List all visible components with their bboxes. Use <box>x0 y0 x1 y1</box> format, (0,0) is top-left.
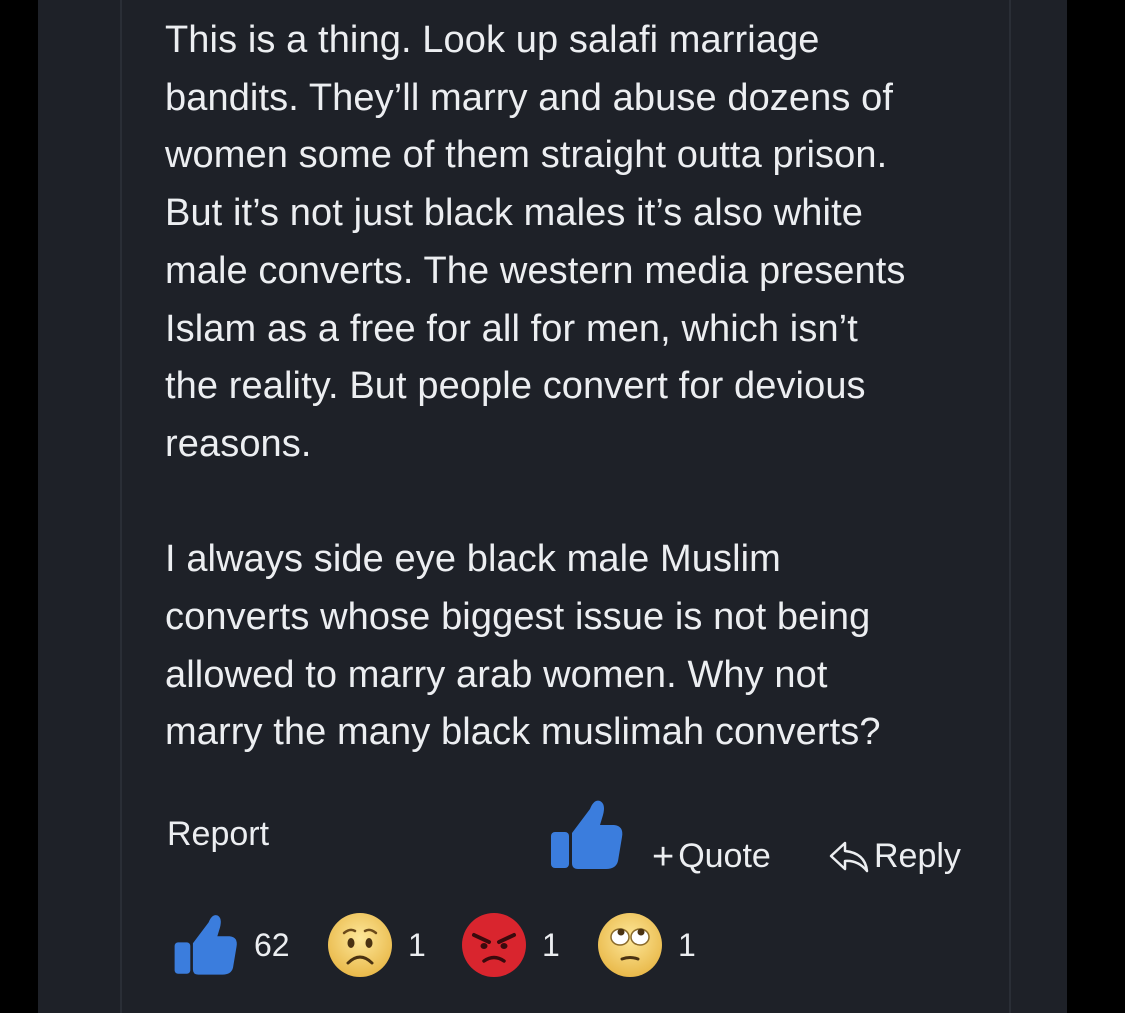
worried-face-icon <box>328 913 392 977</box>
post-paragraph: I always side eye black male Muslim conv… <box>165 538 881 754</box>
reply-label: Reply <box>874 837 961 875</box>
post-paragraph: This is a thing. Look up salafi marriage… <box>165 19 906 465</box>
reaction-count: 1 <box>542 926 560 963</box>
eye-roll-face-icon <box>598 913 662 977</box>
reaction-count: 62 <box>254 926 290 963</box>
like-button[interactable] <box>548 795 626 875</box>
thumbs-up-icon <box>174 915 237 975</box>
reaction-angry[interactable]: 1 <box>460 905 560 985</box>
reaction-count: 1 <box>678 926 696 963</box>
thumbs-up-icon <box>551 800 623 869</box>
reply-arrow-icon <box>829 841 869 872</box>
thread-divider-left <box>120 0 122 1013</box>
reaction-like[interactable]: 62 <box>172 905 290 985</box>
quote-button[interactable]: + Quote <box>652 837 771 876</box>
quote-label: Quote <box>678 837 771 875</box>
reaction-eye-roll[interactable]: 1 <box>596 905 696 985</box>
reaction-worried[interactable]: 1 <box>326 905 426 985</box>
reply-button[interactable]: Reply <box>828 837 961 876</box>
plus-icon: + <box>652 835 675 878</box>
angry-face-icon <box>462 913 526 977</box>
thread-divider-right <box>1009 0 1011 1013</box>
report-link[interactable]: Report <box>167 815 269 854</box>
reaction-count: 1 <box>408 926 426 963</box>
post-body: This is a thing. Look up salafi marriage… <box>165 12 995 762</box>
